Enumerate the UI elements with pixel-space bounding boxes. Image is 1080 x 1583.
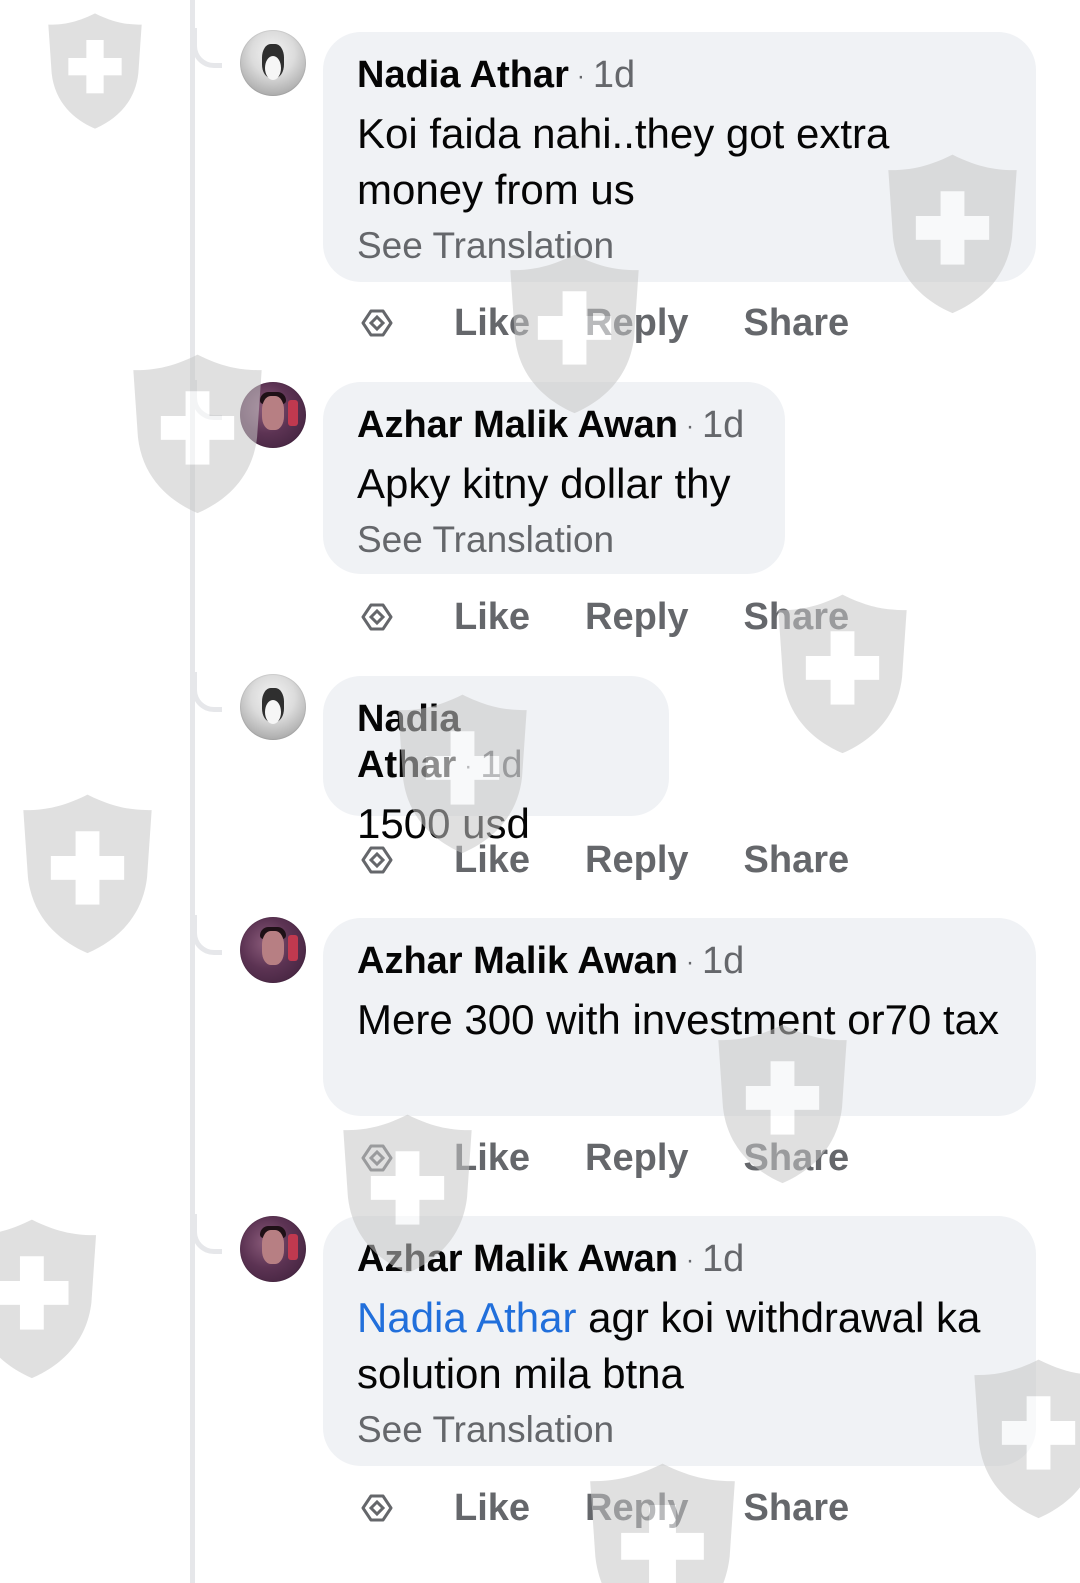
reaction-icon[interactable] bbox=[355, 301, 399, 345]
reply-button[interactable]: Reply bbox=[585, 1487, 688, 1530]
avatar-accent bbox=[288, 400, 298, 426]
shield-cross-watermark-icon bbox=[48, 13, 142, 129]
share-button[interactable]: Share bbox=[744, 1487, 850, 1530]
comment-author[interactable]: Azhar Malik Awan bbox=[357, 1238, 678, 1280]
avatar[interactable] bbox=[240, 917, 306, 983]
comment-actions: Like Reply Share bbox=[355, 1128, 904, 1188]
reaction-icon[interactable] bbox=[355, 1486, 399, 1530]
comment-actions: Like Reply Share bbox=[355, 587, 904, 647]
comment-text: Apky kitny dollar thy bbox=[357, 459, 731, 507]
avatar[interactable] bbox=[240, 674, 306, 740]
thread-connector bbox=[192, 380, 222, 420]
comment-author[interactable]: Nadia Athar bbox=[357, 54, 569, 96]
comment-time[interactable]: · 1d bbox=[686, 1238, 744, 1280]
comment-header: Nadia Athar · 1d bbox=[357, 696, 635, 790]
comment-author[interactable]: Azhar Malik Awan bbox=[357, 940, 678, 982]
comment-time-value: 1d bbox=[701, 1238, 745, 1280]
share-button[interactable]: Share bbox=[744, 596, 850, 639]
thread-connector bbox=[192, 672, 222, 712]
comment-time[interactable]: · 1d bbox=[464, 744, 522, 786]
time-separator: · bbox=[576, 62, 585, 90]
time-separator: · bbox=[685, 412, 694, 440]
avatar[interactable] bbox=[240, 382, 306, 448]
thread-connector bbox=[192, 28, 222, 68]
comment-text: Koi faida nahi..they got extra money fro… bbox=[357, 109, 890, 213]
share-button[interactable]: Share bbox=[744, 302, 850, 345]
reply-button[interactable]: Reply bbox=[585, 839, 688, 882]
comment-bubble: Nadia Athar · 1d Koi faida nahi..they got … bbox=[323, 32, 1036, 282]
avatar-face bbox=[262, 1230, 284, 1264]
comment-actions: Like Reply Share bbox=[355, 830, 904, 890]
comment-time[interactable]: · 1d bbox=[577, 54, 635, 96]
comment-bubble: Azhar Malik Awan · 1d Nadia Athar agr koi … bbox=[323, 1216, 1036, 1466]
like-button[interactable]: Like bbox=[454, 839, 530, 882]
like-button[interactable]: Like bbox=[454, 1137, 530, 1180]
reply-button[interactable]: Reply bbox=[585, 302, 688, 345]
like-button[interactable]: Like bbox=[454, 1487, 530, 1530]
comment-time-value: 1d bbox=[480, 744, 523, 786]
comment-header: Azhar Malik Awan · 1d bbox=[357, 402, 751, 450]
time-separator: · bbox=[685, 1246, 694, 1274]
comment-time-value: 1d bbox=[701, 940, 745, 982]
like-button[interactable]: Like bbox=[454, 302, 530, 345]
comment-header: Azhar Malik Awan · 1d bbox=[357, 938, 1002, 986]
comment-time[interactable]: · 1d bbox=[686, 940, 744, 982]
like-button[interactable]: Like bbox=[454, 596, 530, 639]
time-separator: · bbox=[685, 948, 694, 976]
mention-link[interactable]: Nadia Athar bbox=[357, 1294, 576, 1341]
avatar-accent bbox=[288, 1234, 298, 1260]
reply-button[interactable]: Reply bbox=[585, 1137, 688, 1180]
reaction-icon[interactable] bbox=[355, 595, 399, 639]
thread-line bbox=[190, 0, 195, 1583]
comment-text: Mere 300 with investment or70 tax bbox=[357, 995, 999, 1043]
avatar-face bbox=[262, 396, 284, 430]
avatar-accent bbox=[288, 935, 298, 961]
avatar-penguin-belly bbox=[265, 56, 281, 80]
shield-cross-watermark-icon bbox=[0, 1219, 97, 1379]
share-button[interactable]: Share bbox=[744, 1137, 850, 1180]
reaction-icon[interactable] bbox=[355, 1136, 399, 1180]
avatar[interactable] bbox=[240, 30, 306, 96]
comment-actions: Like Reply Share bbox=[355, 1478, 904, 1538]
comment-author[interactable]: Azhar Malik Awan bbox=[357, 404, 678, 446]
comment-header: Nadia Athar · 1d bbox=[357, 52, 1002, 100]
comment-time[interactable]: · 1d bbox=[686, 404, 744, 446]
comment-author[interactable]: Nadia Athar bbox=[357, 698, 460, 786]
comment-time-value: 1d bbox=[592, 54, 636, 96]
avatar-face bbox=[262, 931, 284, 965]
avatar-penguin-belly bbox=[265, 700, 281, 724]
thread-connector bbox=[192, 915, 222, 955]
share-button[interactable]: Share bbox=[744, 839, 850, 882]
time-separator: · bbox=[464, 752, 473, 780]
reaction-icon[interactable] bbox=[355, 838, 399, 882]
comment-time-value: 1d bbox=[701, 404, 745, 446]
comment-text: Nadia Athar agr koi withdrawal ka soluti… bbox=[357, 1290, 1002, 1402]
see-translation-link[interactable]: See Translation bbox=[357, 1404, 1002, 1456]
comment-bubble: Azhar Malik Awan · 1d Mere 300 with invest… bbox=[323, 918, 1036, 1116]
see-translation-link[interactable]: See Translation bbox=[357, 220, 1002, 272]
avatar[interactable] bbox=[240, 1216, 306, 1282]
comment-bubble: Nadia Athar · 1d 1500 usd bbox=[323, 676, 669, 847]
see-translation-link[interactable]: See Translation bbox=[357, 514, 751, 566]
comment-actions: Like Reply Share bbox=[355, 293, 904, 353]
comment-header: Azhar Malik Awan · 1d bbox=[357, 1236, 1002, 1284]
reply-button[interactable]: Reply bbox=[585, 596, 688, 639]
shield-cross-watermark-icon bbox=[23, 794, 152, 954]
thread-connector bbox=[192, 1214, 222, 1254]
comment-bubble: Azhar Malik Awan · 1d Apky kitny dollar th… bbox=[323, 382, 785, 574]
